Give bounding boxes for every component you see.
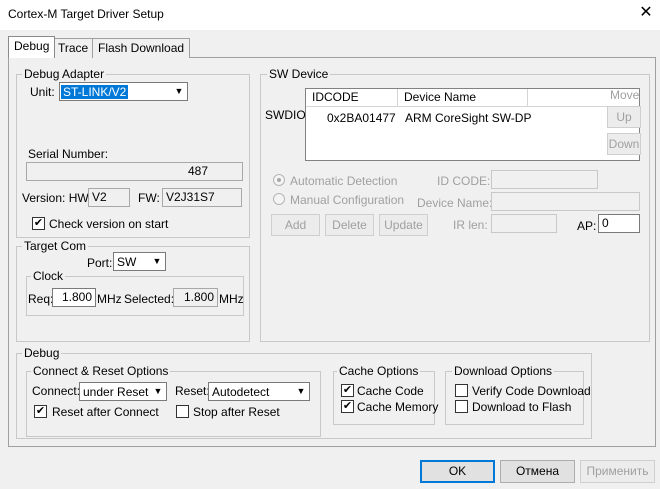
selected-unit-label: MHz (219, 292, 244, 306)
debug-adapter-title: Debug Adapter (22, 67, 107, 81)
connect-reset-title: Connect & Reset Options (31, 364, 171, 378)
move-up-button[interactable]: Up (607, 106, 641, 128)
apply-button[interactable]: Применить (580, 460, 655, 483)
tab-trace[interactable]: Trace (52, 38, 95, 58)
unit-select[interactable]: ST-LINK/V2 ▼ (59, 82, 188, 101)
cancel-button[interactable]: Отмена (500, 460, 575, 483)
download-options-group (445, 371, 584, 425)
connect-label: Connect: (32, 384, 81, 398)
device-name-label: Device Name: (417, 196, 493, 210)
chevron-down-icon[interactable]: ▼ (150, 383, 166, 400)
verify-code-download-checkbox[interactable] (455, 384, 468, 397)
reset-label: Reset: (175, 384, 210, 398)
cache-memory-label: Cache Memory (357, 400, 439, 414)
move-label: Move (610, 88, 640, 102)
check-icon: ✔ (342, 400, 353, 412)
row-device-name[interactable]: ARM CoreSight SW-DP (405, 111, 531, 125)
version-hw-label: Version: HW: (22, 191, 92, 205)
reset-after-connect-label: Reset after Connect (52, 405, 159, 419)
unit-label: Unit: (30, 85, 55, 99)
req-clock-input[interactable]: 1.800 (52, 288, 96, 307)
chevron-down-icon[interactable]: ▼ (293, 383, 309, 400)
cache-options-title: Cache Options (337, 364, 421, 378)
serial-number-value: 487 (187, 164, 208, 178)
unit-value: ST-LINK/V2 (61, 85, 129, 99)
id-code-label: ID CODE: (437, 174, 491, 188)
port-label: Port: (87, 256, 113, 270)
title-bar: Cortex-M Target Driver Setup ✕ (0, 0, 660, 30)
cache-options-group (333, 371, 435, 425)
download-to-flash-label: Download to Flash (472, 400, 572, 414)
hw-version-field: V2 (88, 188, 130, 207)
tab-debug[interactable]: Debug (8, 36, 56, 58)
fw-version-field: V2J31S7 (162, 188, 242, 207)
stop-after-reset-label: Stop after Reset (193, 405, 280, 419)
device-name-input[interactable] (491, 192, 640, 211)
id-code-input[interactable] (491, 170, 598, 189)
connect-value: under Reset (83, 385, 149, 399)
selected-clock-field: 1.800 (173, 288, 218, 307)
update-button[interactable]: Update (379, 214, 428, 236)
tab-flash-download[interactable]: Flash Download (92, 38, 191, 58)
check-version-label: Check version on start (49, 217, 169, 231)
reset-value: Autodetect (212, 385, 270, 399)
serial-number-field: 487 (26, 162, 243, 181)
automatic-detection-label: Automatic Detection (290, 174, 398, 188)
cache-code-label: Cache Code (357, 384, 424, 398)
ir-len-input[interactable] (491, 214, 557, 233)
manual-configuration-label: Manual Configuration (290, 193, 405, 207)
window-title: Cortex-M Target Driver Setup (8, 7, 164, 21)
sw-device-list[interactable]: IDCODE Device Name 0x2BA01477 ARM CoreSi… (305, 88, 640, 161)
add-button[interactable]: Add (271, 214, 320, 236)
col-device-name[interactable]: Device Name (398, 89, 528, 107)
check-icon: ✔ (342, 384, 353, 396)
move-down-button[interactable]: Down (607, 133, 641, 155)
check-icon: ✔ (35, 405, 46, 417)
check-icon: ✔ (33, 217, 44, 229)
reset-select[interactable]: Autodetect ▼ (208, 382, 310, 401)
fw-label: FW: (138, 191, 160, 205)
debug-title: Debug (22, 346, 62, 360)
row-idcode[interactable]: 0x2BA01477 (327, 111, 396, 125)
download-options-title: Download Options (452, 364, 555, 378)
ok-button[interactable]: OK (420, 460, 495, 483)
port-value: SW (117, 255, 137, 269)
cache-memory-checkbox[interactable]: ✔ (341, 400, 354, 413)
connect-reset-group (26, 371, 321, 437)
ir-len-label: IR len: (453, 218, 488, 232)
serial-number-label: Serial Number: (28, 147, 109, 161)
verify-code-download-label: Verify Code Download (472, 384, 591, 398)
port-select[interactable]: SW ▼ (113, 252, 166, 271)
chevron-down-icon[interactable]: ▼ (171, 83, 187, 100)
col-idcode[interactable]: IDCODE (306, 89, 398, 107)
delete-button[interactable]: Delete (325, 214, 374, 236)
clock-title: Clock (31, 269, 66, 283)
automatic-detection-radio[interactable] (273, 174, 285, 186)
cache-code-checkbox[interactable]: ✔ (341, 384, 354, 397)
req-unit-label: MHz (97, 292, 122, 306)
stop-after-reset-checkbox[interactable] (176, 405, 189, 418)
manual-configuration-radio[interactable] (273, 193, 285, 205)
ap-label: AP: (577, 219, 597, 233)
ap-input[interactable]: 0 (598, 214, 640, 233)
sw-device-title: SW Device (267, 67, 331, 81)
connect-select[interactable]: under Reset ▼ (79, 382, 167, 401)
selected-label: Selected: (124, 292, 175, 306)
download-to-flash-checkbox[interactable] (455, 400, 468, 413)
check-version-checkbox[interactable]: ✔ (32, 217, 45, 230)
reset-after-connect-checkbox[interactable]: ✔ (34, 405, 47, 418)
close-icon[interactable]: ✕ (637, 4, 655, 22)
req-label: Req: (28, 292, 54, 306)
swdio-label: SWDIO (265, 108, 306, 122)
target-com-title: Target Com (22, 239, 89, 253)
chevron-down-icon[interactable]: ▼ (149, 253, 165, 270)
